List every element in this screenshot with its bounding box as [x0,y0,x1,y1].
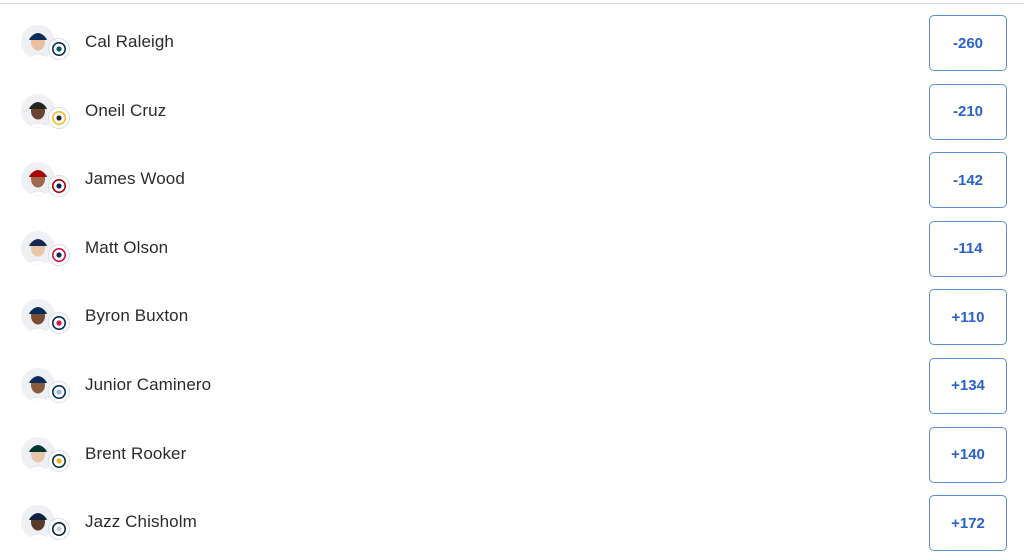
player-name: Jazz Chisholm [85,512,197,532]
player-name: Oneil Cruz [85,100,167,120]
mariners-logo-icon [48,38,70,60]
player-name: Byron Buxton [85,306,189,326]
odds-button[interactable]: +110 [929,289,1007,346]
pirates-logo-icon [48,106,70,129]
odds-button[interactable]: +172 [929,495,1007,552]
player-row: Cal Raleigh -260 [0,9,1024,78]
player-row: Jazz Chisholm +172 [0,489,1024,558]
top-divider [0,3,1024,4]
player-row: Junior Caminero +134 [0,352,1024,421]
player-avatar [21,299,75,339]
twins-logo-icon [48,312,70,335]
yankees-logo-icon [48,518,70,541]
player-avatar [21,436,75,477]
odds-button[interactable]: -114 [929,220,1007,277]
player-name: Matt Olson [85,237,169,257]
player-name: Junior Caminero [85,374,212,394]
player-row: James Wood -142 [0,146,1024,215]
player-row: Oneil Cruz -210 [0,78,1024,147]
player-avatar [21,230,75,271]
braves-logo-icon [48,243,70,266]
player-name: Brent Rooker [85,443,187,463]
odds-button[interactable]: -210 [929,83,1007,140]
nationals-logo-icon [48,175,70,198]
player-avatar [21,162,75,202]
player-avatar [21,367,75,408]
odds-button[interactable]: +134 [929,357,1007,414]
player-odds-list: Cal Raleigh -260 Oneil Cruz -210 James Wood -… [0,9,1024,558]
player-row: Brent Rooker +140 [0,421,1024,490]
odds-button[interactable]: +140 [929,426,1007,483]
player-name: James Wood [85,169,185,189]
player-avatar [21,505,75,545]
rays-logo-icon [48,380,70,403]
odds-button[interactable]: -142 [929,152,1007,209]
athletics-logo-icon [48,449,70,472]
player-name: Cal Raleigh [85,32,174,51]
player-avatar [21,93,75,134]
odds-button[interactable]: -260 [929,15,1007,71]
player-row: Matt Olson -114 [0,215,1024,284]
player-avatar [21,25,75,65]
player-row: Byron Buxton +110 [0,283,1024,352]
